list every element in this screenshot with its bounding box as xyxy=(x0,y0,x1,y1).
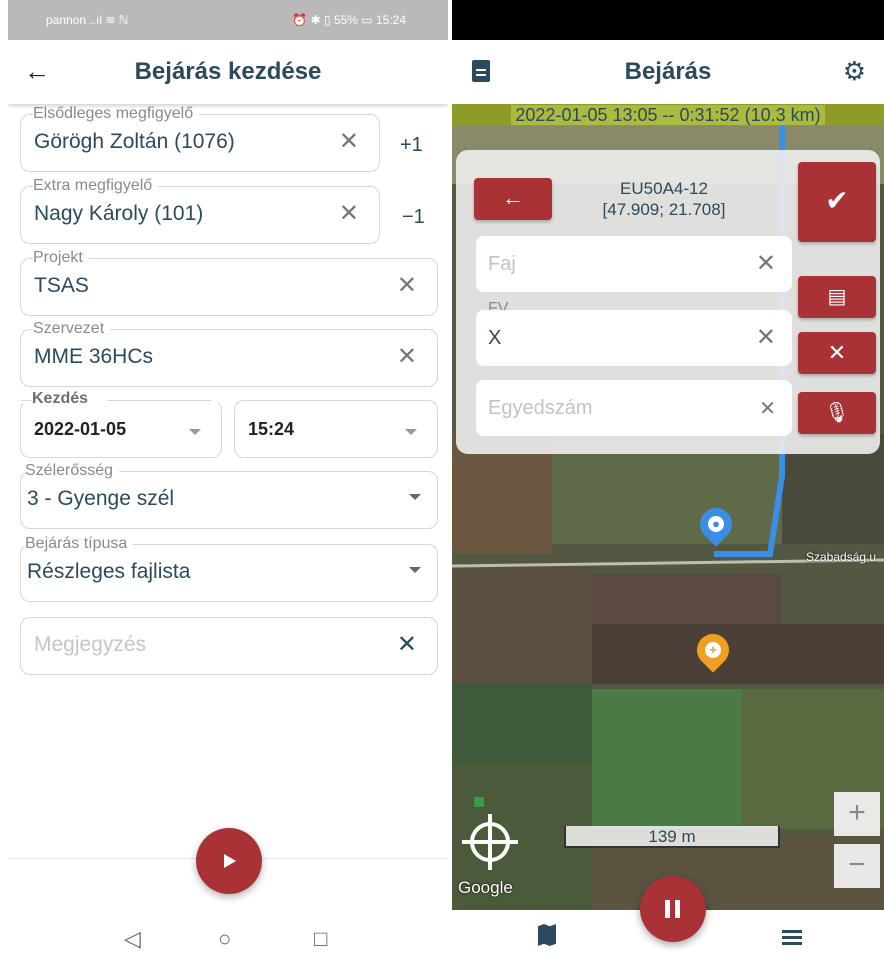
wind-strength-dropdown[interactable]: Szélerősség 3 - Gyenge szél xyxy=(20,462,438,529)
back-button[interactable]: ← xyxy=(474,178,552,220)
list-icon: ▤ xyxy=(827,286,847,308)
status-carrier: pannon ..ıl ≋ ℕ xyxy=(46,13,129,27)
location-info: EU50A4-12 [47.909; 21.708] xyxy=(574,178,754,220)
route-summary-text: 2022-01-05 13:05 -- 0:31:52 (10.3 km) xyxy=(511,105,825,125)
note-field[interactable]: Megjegyzés ✕ xyxy=(20,617,438,675)
back-arrow-icon: ← xyxy=(502,185,524,210)
route-summary: 2022-01-05 13:05 -- 0:31:52 (10.3 km) xyxy=(452,104,884,126)
note-placeholder: Megjegyzés xyxy=(34,633,147,656)
person-icon: ● xyxy=(708,516,724,532)
label-line xyxy=(139,329,427,330)
start-time-value: 15:24 xyxy=(248,419,295,439)
field-label: Projekt xyxy=(33,249,89,267)
clear-fields-button[interactable]: ✕ xyxy=(798,332,876,374)
clear-icon[interactable]: ✕ xyxy=(397,630,417,659)
add-observer-button[interactable]: +1 xyxy=(400,134,423,157)
clear-icon[interactable]: ✕ xyxy=(339,127,359,156)
start-walk-button[interactable] xyxy=(196,828,262,894)
voice-input-button[interactable]: 🎙 xyxy=(798,392,876,434)
chevron-down-icon xyxy=(405,429,417,435)
app-bar: Bejárás ⚙ xyxy=(452,40,884,104)
clear-icon[interactable]: ✕ xyxy=(397,342,417,371)
nav-back-icon[interactable]: ◁ xyxy=(124,926,141,952)
app-bar: ← Bejárás kezdése xyxy=(8,40,448,104)
screenshot-root: pannon ..ıl ≋ ℕ ⏰ ✱ ▯ 55% ▭ 15:24 ← Bejá… xyxy=(0,0,884,962)
page-title: Bejárás kezdése xyxy=(134,58,322,85)
primary-observer-field[interactable]: Elsődleges megfigyelő Görögh Zoltán (107… xyxy=(20,105,380,172)
species-list-button[interactable]: ▤ xyxy=(798,276,876,318)
status-bar: pannon ..ıl ≋ ℕ ⏰ ✱ ▯ 55% ▭ 15:24 xyxy=(8,0,448,40)
start-time-dropdown[interactable]: 15:24 xyxy=(234,400,438,458)
locate-icon[interactable] xyxy=(462,814,518,870)
clear-icon[interactable]: ✕ xyxy=(759,396,776,421)
nav-recent-icon[interactable]: □ xyxy=(314,926,327,952)
pause-walk-button[interactable] xyxy=(640,876,706,942)
chevron-down-icon xyxy=(189,429,201,435)
clear-icon[interactable]: ✕ xyxy=(397,271,417,300)
field-value: 3 - Gyenge szél xyxy=(27,487,175,510)
field-value: Részleges fajlista xyxy=(27,560,191,583)
fv-value: X xyxy=(488,327,502,349)
satellite-map[interactable]: 2022-01-05 13:05 -- 0:31:52 (10.3 km) Sz… xyxy=(452,104,884,910)
coordinates: [47.909; 21.708] xyxy=(602,200,726,219)
start-date-dropdown[interactable]: 2022-01-05 xyxy=(20,400,222,458)
extra-observer-field[interactable]: Extra megfigyelő Nagy Károly (101) ✕ xyxy=(20,177,380,244)
species-field[interactable]: Faj ✕ xyxy=(476,236,792,292)
remove-observer-button[interactable]: −1 xyxy=(402,206,425,229)
field-value: Nagy Károly (101) xyxy=(34,202,204,225)
status-bar xyxy=(452,0,884,40)
close-icon: ✕ xyxy=(827,340,847,365)
page-title: Bejárás xyxy=(624,58,712,85)
google-attribution: Google xyxy=(458,878,513,897)
map-icon[interactable] xyxy=(538,924,556,946)
start-date-value: 2022-01-05 xyxy=(34,419,127,439)
chevron-down-icon xyxy=(409,494,421,500)
walk-map-screen: Bejárás ⚙ 2022-01-05 13:05 -- 0:31:52 (1… xyxy=(452,0,884,962)
label-line xyxy=(107,400,211,401)
zoom-in-button[interactable]: + xyxy=(834,792,880,836)
observation-panel: ← EU50A4-12 [47.909; 21.708] ✔ Faj ✕ ▤ F… xyxy=(456,150,880,454)
road-label: Szabadság u xyxy=(806,550,877,564)
plus-icon: + xyxy=(705,642,721,658)
clear-icon[interactable]: ✕ xyxy=(756,323,776,352)
save-button[interactable]: ✔ xyxy=(798,162,876,242)
organization-field[interactable]: Szervezet MME 36HCs ✕ xyxy=(20,320,438,387)
field-value: TSAS xyxy=(34,274,89,297)
label-line xyxy=(257,114,369,115)
start-label: Kezdés xyxy=(32,390,93,408)
label-line xyxy=(169,471,427,472)
status-right: ⏰ ✱ ▯ 55% ▭ 15:24 xyxy=(292,13,406,27)
field-label: Szélerősség xyxy=(25,462,120,480)
project-field[interactable]: Projekt TSAS ✕ xyxy=(20,249,438,316)
system-nav-bar: ◁ ○ □ xyxy=(8,918,448,962)
gear-icon[interactable]: ⚙ xyxy=(843,56,866,87)
grid-code: EU50A4-12 xyxy=(620,179,708,198)
microphone-icon: 🎙 xyxy=(824,402,850,424)
clear-icon[interactable]: ✕ xyxy=(339,199,359,228)
nav-home-icon[interactable]: ○ xyxy=(218,926,231,952)
walk-type-dropdown[interactable]: Bejárás típusa Részleges fajlista xyxy=(20,535,438,602)
count-placeholder: Egyedszám xyxy=(488,397,593,419)
field-label: Extra megfigyelő xyxy=(33,177,159,195)
field-label: Szervezet xyxy=(33,320,111,338)
clear-icon[interactable]: ✕ xyxy=(756,249,776,278)
field-label: Elsődleges megfigyelő xyxy=(33,105,200,123)
label-line xyxy=(21,400,31,401)
chevron-down-icon xyxy=(409,567,421,573)
species-placeholder: Faj xyxy=(488,253,516,275)
count-field[interactable]: Egyedszám ✕ xyxy=(476,380,792,436)
zoom-out-button[interactable]: − xyxy=(834,844,880,888)
fv-field[interactable]: X ✕ xyxy=(476,310,792,366)
field-value: Görögh Zoltán (1076) xyxy=(34,130,235,153)
label-line xyxy=(111,258,427,259)
label-line xyxy=(201,186,369,187)
field-label: Bejárás típusa xyxy=(25,535,134,553)
list-icon[interactable] xyxy=(782,930,802,933)
label-line xyxy=(173,544,427,545)
scale-bar: 139 m xyxy=(564,826,780,848)
start-walk-screen: pannon ..ıl ≋ ℕ ⏰ ✱ ▯ 55% ▭ 15:24 ← Bejá… xyxy=(8,0,448,962)
field-value: MME 36HCs xyxy=(34,345,154,368)
checkmark-icon: ✔ xyxy=(825,185,849,216)
